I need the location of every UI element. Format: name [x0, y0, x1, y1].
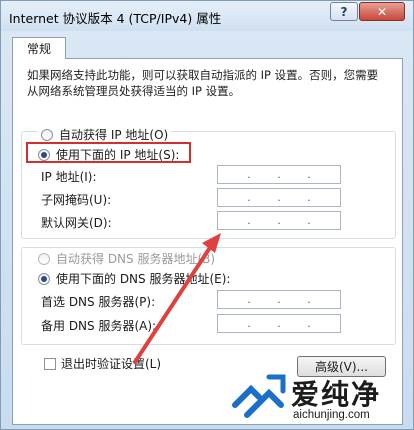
watermark-name: 爱纯净 — [291, 378, 382, 411]
watermark-url: aichunjing.com — [293, 409, 370, 421]
arrow-shaft — [133, 244, 213, 364]
logo-mark-icon — [232, 374, 286, 418]
arrow-head — [202, 233, 221, 253]
watermark-logo: 爱纯净 aichunjing.com — [229, 371, 409, 429]
red-arrow-annotation — [133, 233, 221, 364]
dialog-window: Internet 协议版本 4 (TCP/IPv4) 属性 ? ✕ 常规 如果网… — [0, 0, 414, 430]
